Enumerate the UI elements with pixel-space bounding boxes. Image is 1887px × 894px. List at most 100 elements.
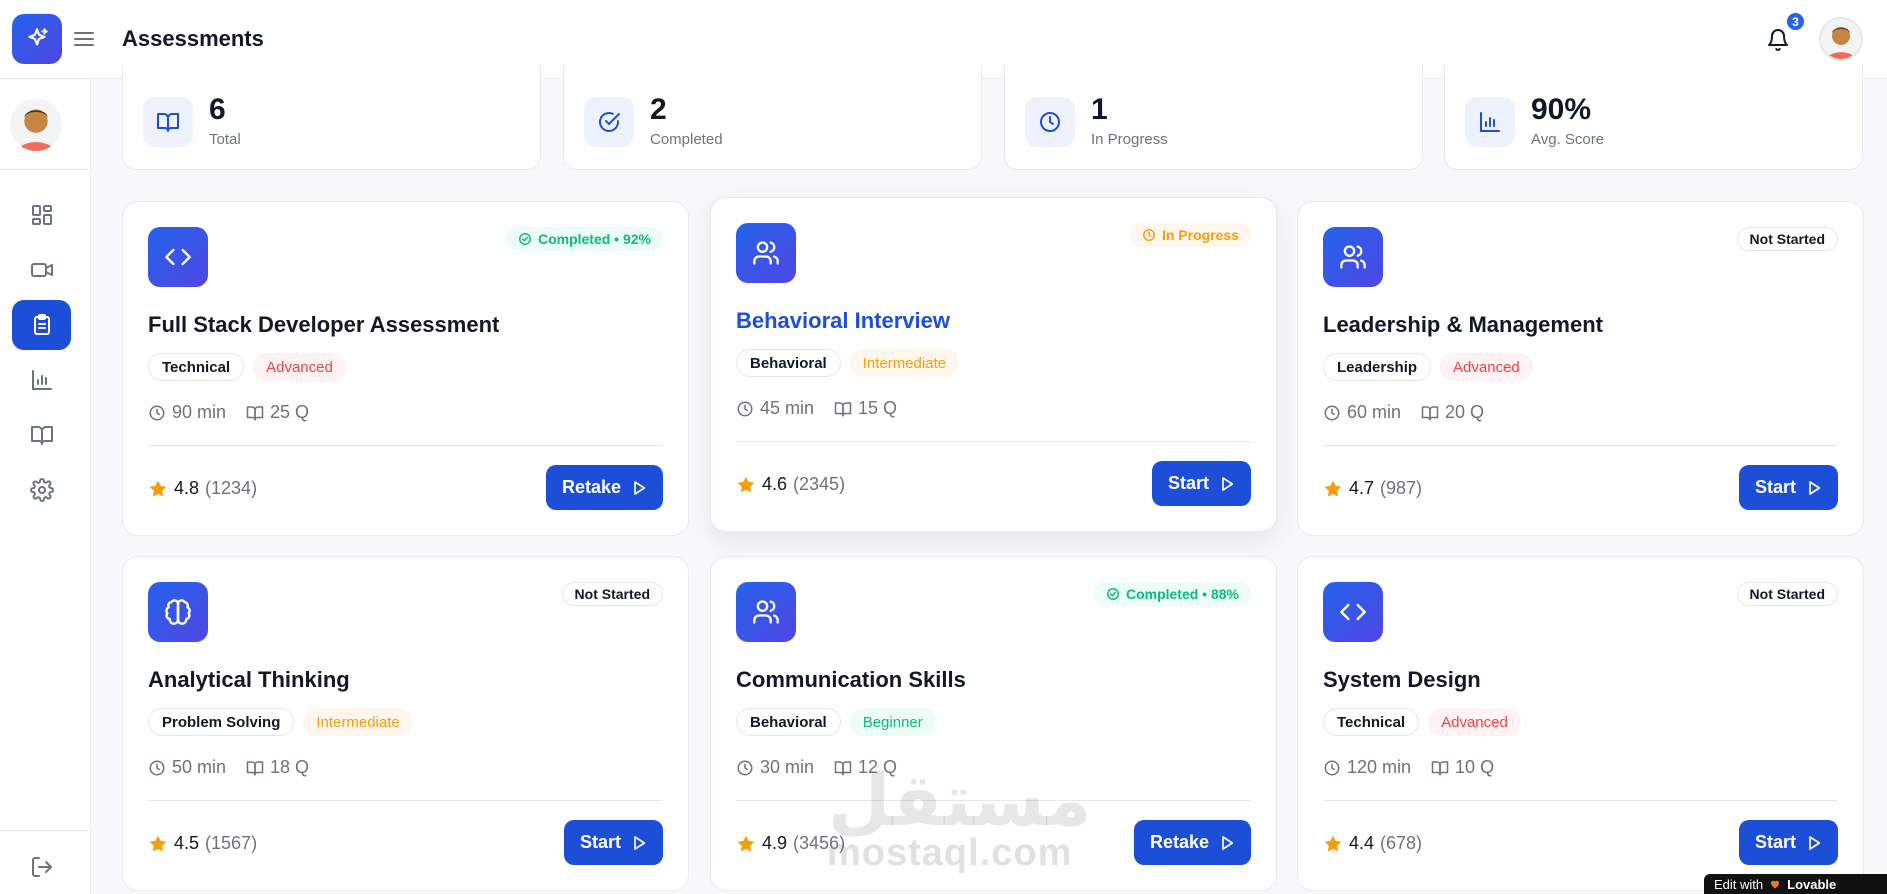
assessment-card[interactable]: Not Started Leadership & Management Lead… bbox=[1297, 201, 1864, 536]
bell-icon[interactable] bbox=[1766, 28, 1790, 52]
play-icon bbox=[1809, 835, 1821, 850]
sidebar-item-interviews[interactable] bbox=[12, 245, 71, 295]
users-icon bbox=[736, 223, 796, 283]
assessment-title[interactable]: Full Stack Developer Assessment bbox=[148, 312, 499, 338]
sidebar-item-resources[interactable] bbox=[12, 410, 71, 460]
edit-with-lovable-badge[interactable]: Edit with Lovable bbox=[1704, 874, 1887, 894]
card-divider bbox=[148, 445, 663, 446]
status-text: Completed • 92% bbox=[537, 231, 651, 247]
question-count: 25 Q bbox=[270, 402, 310, 422]
clock-icon bbox=[1025, 97, 1075, 147]
assessment-title[interactable]: Behavioral Interview bbox=[736, 308, 950, 334]
sidebar-divider-bottom bbox=[0, 830, 90, 831]
stat-value: 1 bbox=[1091, 93, 1108, 126]
bar-chart-icon bbox=[31, 370, 52, 390]
logout-button[interactable] bbox=[12, 842, 71, 892]
sidebar-avatar[interactable] bbox=[10, 99, 62, 151]
users-icon bbox=[1323, 227, 1383, 287]
status-badge: Not Started bbox=[561, 582, 663, 606]
watermark-arabic: مستقل bbox=[828, 758, 1092, 842]
brain-icon bbox=[148, 582, 208, 642]
start-button[interactable]: Start bbox=[1738, 820, 1838, 865]
category-tag: Problem Solving bbox=[148, 708, 295, 736]
rating-value: 4.8 bbox=[174, 478, 200, 498]
clock-icon bbox=[149, 760, 165, 775]
assessment-card[interactable]: In Progress Behavioral Interview Behavio… bbox=[710, 197, 1277, 532]
notification-badge: 3 bbox=[1785, 11, 1806, 32]
book-icon bbox=[246, 405, 264, 420]
rating-count: (2345) bbox=[793, 474, 846, 494]
status-badge: Not Started bbox=[1736, 582, 1838, 606]
assessment-card[interactable]: Completed • 92% Full Stack Developer Ass… bbox=[122, 201, 689, 536]
start-button[interactable]: Start bbox=[1738, 465, 1838, 510]
assessment-title[interactable]: Analytical Thinking bbox=[148, 667, 350, 693]
card-divider bbox=[1323, 800, 1838, 801]
assessment-card[interactable]: Not Started Analytical Thinking Problem … bbox=[122, 556, 689, 891]
check-circle-icon bbox=[1106, 588, 1119, 600]
book-icon bbox=[1421, 405, 1439, 420]
assessment-card[interactable]: Not Started System Design Technical Adva… bbox=[1297, 556, 1864, 891]
gear-icon bbox=[29, 478, 54, 502]
question-count: 18 Q bbox=[270, 757, 310, 777]
duration: 50 min bbox=[172, 757, 227, 777]
duration: 60 min bbox=[1347, 402, 1402, 422]
rating-value: 4.6 bbox=[762, 474, 788, 494]
question-count: 10 Q bbox=[1455, 757, 1495, 777]
duration: 90 min bbox=[172, 402, 227, 422]
status-badge: Completed • 92% bbox=[505, 227, 663, 251]
level-tag: Advanced bbox=[1440, 353, 1533, 381]
retake-button[interactable]: Retake bbox=[545, 465, 663, 510]
sidebar bbox=[0, 79, 91, 894]
rating-count: (1567) bbox=[205, 833, 258, 853]
question-count: 15 Q bbox=[858, 398, 898, 418]
action-label: Start bbox=[579, 832, 621, 852]
start-button[interactable]: Start bbox=[1151, 461, 1251, 506]
clock-icon bbox=[149, 405, 165, 420]
stat-value: 2 bbox=[650, 93, 667, 126]
action-label: Retake bbox=[1149, 832, 1209, 852]
stat-label: Total bbox=[209, 131, 241, 148]
sidebar-item-analytics[interactable] bbox=[12, 355, 71, 405]
star-icon bbox=[149, 480, 167, 496]
assessment-title[interactable]: Leadership & Management bbox=[1323, 312, 1603, 338]
status-text: Not Started bbox=[574, 586, 650, 602]
clipboard-icon bbox=[33, 314, 50, 335]
sparkles-icon bbox=[28, 28, 48, 46]
play-icon bbox=[1222, 476, 1234, 491]
start-button[interactable]: Start bbox=[563, 820, 663, 865]
clock-icon bbox=[1324, 405, 1340, 420]
category-tag: Leadership bbox=[1323, 353, 1432, 381]
duration: 45 min bbox=[760, 398, 815, 418]
sidebar-item-assessments[interactable] bbox=[12, 300, 71, 350]
page-title: Assessments bbox=[122, 26, 264, 51]
card-divider bbox=[1323, 445, 1838, 446]
category-tag: Behavioral bbox=[736, 349, 841, 377]
status-badge: Not Started bbox=[1736, 227, 1838, 251]
sidebar-item-settings[interactable] bbox=[12, 465, 71, 515]
clock-icon bbox=[1324, 760, 1340, 775]
sidebar-item-dashboard[interactable] bbox=[12, 190, 71, 240]
category-tag: Behavioral bbox=[736, 708, 841, 736]
video-icon bbox=[30, 263, 53, 277]
level-tag: Advanced bbox=[1428, 708, 1521, 736]
assessment-title[interactable]: Communication Skills bbox=[736, 667, 966, 693]
star-icon bbox=[1324, 480, 1342, 496]
assessment-title[interactable]: System Design bbox=[1323, 667, 1481, 693]
menu-icon[interactable] bbox=[74, 28, 94, 50]
retake-button[interactable]: Retake bbox=[1133, 820, 1251, 865]
play-icon bbox=[1222, 835, 1234, 850]
bar-chart-icon bbox=[1465, 97, 1515, 147]
status-text: In Progress bbox=[1161, 227, 1239, 243]
stat-value: 90% bbox=[1531, 93, 1592, 126]
app-logo[interactable] bbox=[12, 14, 62, 64]
code-icon bbox=[148, 227, 208, 287]
book-icon bbox=[143, 97, 193, 147]
user-avatar[interactable] bbox=[1819, 17, 1863, 61]
play-icon bbox=[634, 835, 646, 850]
watermark-text: mostaql.com bbox=[827, 832, 1073, 874]
action-label: Retake bbox=[561, 477, 621, 497]
star-icon bbox=[149, 835, 167, 851]
clock-icon bbox=[737, 401, 753, 416]
category-tag: Technical bbox=[148, 353, 245, 381]
stat-card-in-progress: 1 In Progress bbox=[1004, 65, 1423, 170]
